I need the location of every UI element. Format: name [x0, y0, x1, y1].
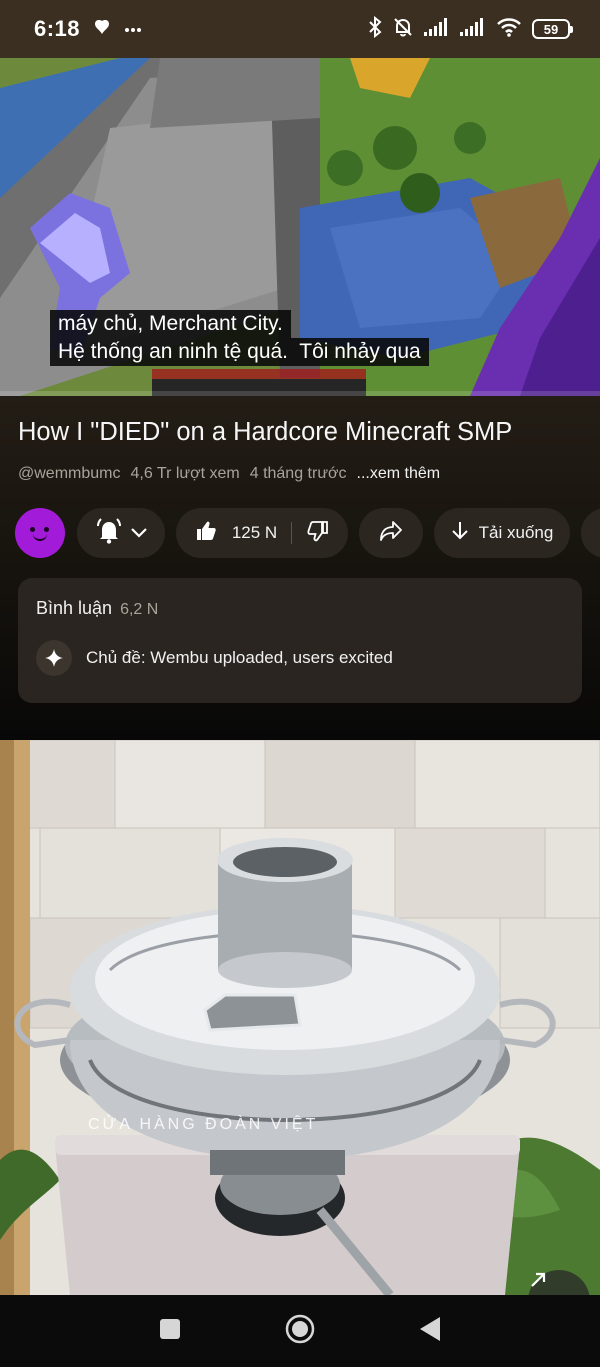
next-video-thumbnail[interactable]: CỬA HÀNG ĐOÀN VIỆT	[0, 740, 600, 1295]
signal-icon	[460, 17, 486, 41]
bluetooth-icon	[368, 15, 382, 43]
channel-handle[interactable]: @wemmbumc	[18, 465, 120, 483]
download-button[interactable]: Tải xuống	[434, 508, 570, 558]
view-count: 4,6 Tr lượt xem	[130, 465, 240, 482]
share-icon	[379, 520, 403, 547]
captions: máy chủ, Merchant City. Hệ thống an ninh…	[50, 310, 429, 366]
like-divider	[291, 522, 292, 544]
more-icon	[124, 20, 142, 38]
video-meta[interactable]: @wemmbumc 4,6 Tr lượt xem 4 tháng trước …	[18, 465, 440, 483]
mute-icon	[392, 16, 414, 43]
share-button[interactable]	[359, 508, 423, 558]
recents-button[interactable]	[150, 1295, 190, 1367]
home-button[interactable]	[280, 1295, 320, 1367]
download-label: Tải xuống	[478, 523, 554, 542]
show-more-link[interactable]: ...xem thêm	[357, 465, 441, 483]
dislike-icon[interactable]	[306, 519, 330, 548]
like-dislike-group: 125 N	[176, 508, 348, 558]
square-icon	[159, 1318, 181, 1345]
home-circle-icon	[285, 1314, 315, 1349]
wifi-icon	[496, 17, 522, 42]
system-nav-bar	[0, 1295, 600, 1367]
download-icon	[451, 520, 469, 547]
sparkle-icon	[36, 640, 72, 676]
comments-label: Bình luận	[36, 598, 113, 618]
like-icon[interactable]	[194, 519, 218, 548]
avatar-eye	[44, 527, 49, 532]
status-bar: 6:18 59	[0, 0, 600, 58]
like-count[interactable]: 125 N	[218, 523, 291, 543]
comments-topic: Chủ đề: Wembu uploaded, users excited	[36, 640, 393, 676]
upload-age: 4 tháng trước	[249, 465, 347, 482]
video-player[interactable]: máy chủ, Merchant City. Hệ thống an ninh…	[0, 58, 600, 396]
notifications-button[interactable]	[77, 508, 165, 558]
comments-header: Bình luận 6,2 N	[36, 598, 158, 619]
more-actions-button[interactable]	[581, 508, 600, 558]
avatar-mouth	[33, 534, 47, 541]
caption-line: Hệ thống an ninh tệ quá. Tôi nhảy qua	[50, 338, 429, 366]
signal-icon	[424, 17, 450, 41]
thumbnail-image	[0, 740, 600, 1295]
comments-card[interactable]: Bình luận 6,2 N Chủ đề: Wembu uploaded, …	[18, 578, 582, 703]
topic-text: Chủ đề: Wembu uploaded, users excited	[86, 648, 393, 667]
notification-icon	[92, 18, 112, 41]
action-row: 125 N Tải xuống	[15, 508, 600, 558]
back-triangle-icon	[419, 1316, 441, 1347]
avatar-eye	[30, 527, 35, 532]
bell-icon	[95, 517, 123, 550]
comments-count: 6,2 N	[120, 601, 159, 618]
chevron-down-icon	[131, 523, 147, 543]
video-title[interactable]: How I "DIED" on a Hardcore Minecraft SMP	[18, 418, 512, 447]
battery-icon: 59	[532, 19, 573, 39]
video-details: How I "DIED" on a Hardcore Minecraft SMP…	[0, 396, 600, 740]
caption-line: máy chủ, Merchant City.	[50, 310, 291, 338]
status-time: 6:18	[34, 16, 81, 41]
channel-avatar[interactable]	[15, 508, 65, 558]
back-button[interactable]	[410, 1295, 450, 1367]
thumbnail-watermark: CỬA HÀNG ĐOÀN VIỆT	[88, 1116, 319, 1133]
